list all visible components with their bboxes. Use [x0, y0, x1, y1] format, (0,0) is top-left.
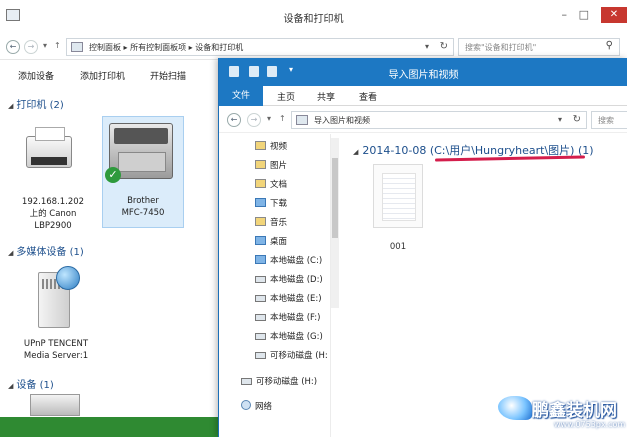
watermark-url: www.0753px.com — [554, 420, 626, 429]
address-text: 控制面板 ▸ 所有控制面板项 ▸ 设备和打印机 — [89, 43, 244, 52]
document-folder-icon — [255, 179, 266, 188]
globe-icon — [56, 266, 80, 290]
tab-share[interactable]: 共享 — [317, 90, 335, 103]
title-bar: 设备和打印机 – □ ✕ — [0, 0, 627, 34]
front-search-input[interactable]: 搜索 — [591, 111, 627, 129]
nav-item-desktop[interactable]: 桌面 — [255, 235, 287, 253]
location-icon — [296, 115, 308, 125]
drive-icon — [255, 295, 266, 302]
front-recent-icon[interactable]: ▾ — [267, 114, 271, 123]
nav-item-drive-d[interactable]: 本地磁盘 (D:) — [255, 273, 323, 291]
add-device-button[interactable]: 添加设备 — [18, 69, 54, 82]
forward-button[interactable]: → — [24, 40, 38, 54]
window-title: 设备和打印机 — [283, 14, 344, 25]
front-address-field[interactable]: 导入图片和视频 ▾ ↻ — [291, 111, 587, 129]
location-icon — [71, 42, 83, 52]
search-placeholder: 搜索"设备和打印机" — [465, 43, 537, 52]
drive-icon — [255, 276, 266, 283]
address-dropdown-icon[interactable]: ▾ — [425, 42, 429, 51]
group-printers[interactable]: ◢ 打印机 (2) — [8, 96, 64, 111]
back-button[interactable]: ← — [6, 40, 20, 54]
picture-folder-icon — [255, 160, 266, 169]
network-icon — [241, 400, 251, 410]
watermark-logo: 鹏鑫装机网 www.0753px.com — [498, 392, 627, 437]
front-back-button[interactable]: ← — [227, 113, 241, 127]
download-folder-icon — [255, 198, 266, 207]
music-folder-icon — [255, 217, 266, 226]
drive-icon — [255, 333, 266, 340]
nav-item-music[interactable]: 音乐 — [255, 216, 287, 234]
front-search-placeholder: 搜索 — [598, 116, 614, 125]
recent-pages-icon[interactable]: ▾ — [43, 41, 47, 50]
group-devices[interactable]: ◢ 设备 (1) — [8, 376, 54, 391]
tab-home[interactable]: 主页 — [277, 90, 295, 103]
refresh-icon[interactable]: ↻ — [440, 41, 448, 52]
nav-item-drive-e[interactable]: 本地磁盘 (E:) — [255, 292, 322, 310]
front-forward-button[interactable]: → — [247, 113, 261, 127]
close-icon[interactable]: ✕ — [601, 7, 627, 23]
file-label: 001 — [389, 242, 407, 252]
nav-item-videos[interactable]: 视频 — [255, 140, 287, 158]
front-up-icon[interactable]: ↑ — [279, 114, 286, 123]
minimize-icon[interactable]: – — [562, 8, 568, 21]
nav-item-pictures[interactable]: 图片 — [255, 159, 287, 177]
import-pictures-window: ▾ 导入图片和视频 文件 主页 共享 查看 ← → ▾ ↑ 导入图片和视频 ▾ … — [218, 58, 627, 437]
nav-item-network[interactable]: 网络 — [241, 400, 272, 418]
nav-item-removable-h[interactable]: 可移动磁盘 (H: — [255, 349, 328, 367]
media-server-label: UPnP TENCENT Media Server:1 — [23, 339, 89, 361]
printer-brother-label: Brother MFC-7450 — [121, 196, 165, 218]
collapse-icon[interactable]: ◢ — [8, 382, 13, 390]
front-address-bar: ← → ▾ ↑ 导入图片和视频 ▾ ↻ 搜索 — [219, 107, 627, 133]
computer-device-icon[interactable] — [30, 394, 80, 416]
media-server-device[interactable]: UPnP TENCENT Media Server:1 — [16, 266, 96, 366]
front-address-text: 导入图片和视频 — [314, 116, 370, 125]
printer-brother[interactable]: ✓ Brother MFC-7450 — [102, 116, 184, 228]
address-field[interactable]: 控制面板 ▸ 所有控制面板项 ▸ 设备和打印机 ▾ ↻ — [66, 38, 454, 56]
collapse-icon[interactable]: ◢ — [8, 102, 13, 110]
add-printer-button[interactable]: 添加打印机 — [80, 69, 125, 82]
search-icon[interactable]: ⚲ — [606, 40, 613, 51]
search-input[interactable]: 搜索"设备和打印机" ⚲ — [458, 38, 620, 56]
drive-icon — [255, 314, 266, 321]
nav-item-drive-c[interactable]: 本地磁盘 (C:) — [255, 254, 322, 272]
group-printers-label: 打印机 (2) — [16, 100, 64, 111]
removable-drive-icon — [241, 378, 252, 385]
printer-icon — [26, 127, 72, 168]
group-devices-label: 设备 (1) — [16, 380, 54, 391]
nav-item-documents[interactable]: 文档 — [255, 178, 287, 196]
up-icon[interactable]: ↑ — [54, 41, 61, 50]
bird-logo-icon — [498, 396, 532, 420]
address-bar: ← → ▾ ↑ 控制面板 ▸ 所有控制面板项 ▸ 设备和打印机 ▾ ↻ 搜索"设… — [0, 34, 627, 60]
printer-canon-label: 192.168.1.202 上的 Canon LBP2900 — [21, 197, 85, 231]
navigation-pane: 视频 图片 文档 下载 音乐 桌面 本地磁盘 (C:) 本地磁盘 (D:) 本地… — [219, 134, 331, 437]
collapse-icon[interactable]: ◢ — [8, 249, 13, 257]
front-address-dropdown-icon[interactable]: ▾ — [558, 115, 562, 124]
start-scan-button[interactable]: 开始扫描 — [150, 69, 186, 82]
tab-file[interactable]: 文件 — [219, 86, 263, 106]
watermark-brand: 鹏鑫装机网 — [532, 401, 617, 421]
default-check-icon: ✓ — [105, 167, 121, 183]
tab-view[interactable]: 查看 — [359, 90, 377, 103]
file-thumbnail[interactable] — [373, 164, 423, 228]
removable-drive-icon — [255, 352, 266, 359]
nav-item-removable-h-root[interactable]: 可移动磁盘 (H:) — [241, 375, 317, 393]
video-folder-icon — [255, 141, 266, 150]
front-refresh-icon[interactable]: ↻ — [573, 114, 581, 125]
scrollbar-thumb[interactable] — [332, 158, 338, 238]
nav-scrollbar[interactable] — [331, 138, 339, 308]
ribbon-tabs: 文件 主页 共享 查看 — [219, 86, 627, 106]
group-multimedia-label: 多媒体设备 (1) — [16, 247, 84, 258]
system-drive-icon — [255, 255, 266, 264]
front-window-title: 导入图片和视频 — [388, 70, 459, 81]
printer-canon[interactable]: 192.168.1.202 上的 Canon LBP2900 — [16, 127, 90, 238]
maximize-icon[interactable]: □ — [579, 8, 589, 21]
desktop-folder-icon — [255, 236, 266, 245]
group-multimedia[interactable]: ◢ 多媒体设备 (1) — [8, 243, 84, 258]
collapse-icon[interactable]: ◢ — [353, 148, 358, 156]
nav-item-drive-g[interactable]: 本地磁盘 (G:) — [255, 330, 323, 348]
front-title-bar: ▾ 导入图片和视频 — [219, 58, 627, 86]
nav-item-drive-f[interactable]: 本地磁盘 (F:) — [255, 311, 320, 329]
nav-item-downloads[interactable]: 下载 — [255, 197, 287, 215]
